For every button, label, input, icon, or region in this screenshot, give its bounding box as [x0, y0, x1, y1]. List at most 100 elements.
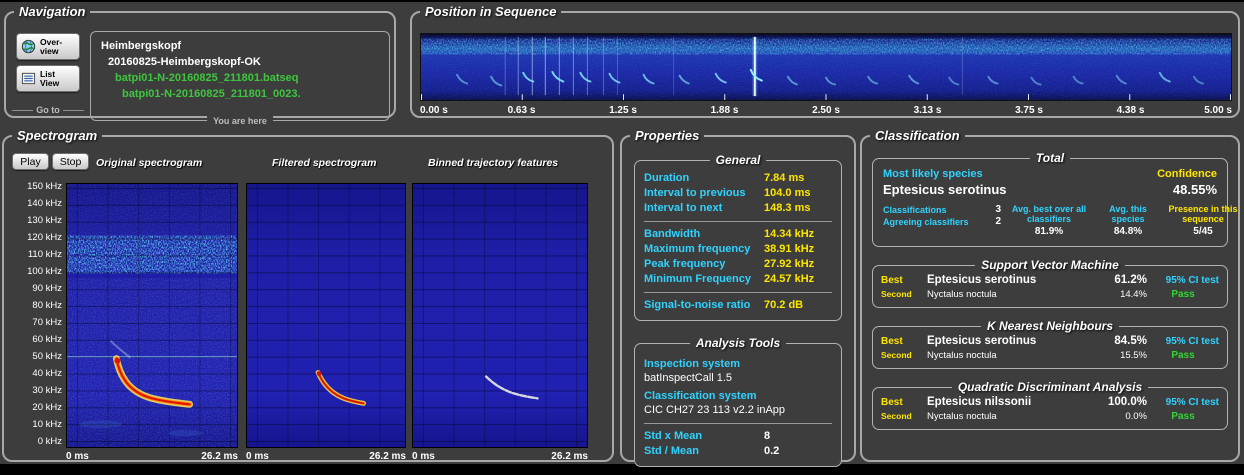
best-label: Best: [881, 336, 903, 347]
time-tick-label: 1.88 s: [710, 105, 739, 116]
binned-trajectory-label: Binned trajectory features: [428, 157, 559, 169]
time-tick-label: 3.13 s: [913, 105, 942, 116]
time-start-label: 0 ms: [246, 451, 269, 462]
properties-panel: Properties General Duration 7.84 ms Inter…: [620, 128, 856, 467]
best-species: Eptesicus serotinus: [927, 335, 1037, 347]
avg-species-value: 84.8%: [1113, 226, 1143, 237]
freq-tick-label: 100 kHz: [27, 266, 62, 277]
best-percentage: 100.0%: [1107, 396, 1147, 408]
original-spectrogram-plot: [66, 183, 238, 448]
path-call[interactable]: batpi01-N-20160825_211801_0023.: [101, 86, 379, 102]
time-end-label: 26.2 ms: [551, 451, 588, 462]
list-view-button-label: List View: [40, 68, 60, 88]
knn-group: K Nearest Neighbours Best Eptesicus sero…: [872, 319, 1228, 369]
property-value: 0.2: [764, 445, 780, 457]
property-value: 38.91 kHz: [764, 243, 815, 255]
time-tick-label: 0.00 s: [420, 105, 448, 116]
qda-title: Quadratic Discriminant Analysis: [957, 380, 1143, 394]
freq-tick-label: 30 kHz: [32, 385, 62, 396]
property-label: Duration: [644, 172, 690, 184]
globe-icon: [21, 39, 36, 54]
sequence-time-axis: 0.00 s 0.63 s 1.25 s 1.88 s 2.50 s 3.13 …: [420, 105, 1232, 119]
total-title: Total: [1035, 151, 1065, 165]
best-percentage: 61.2%: [1114, 274, 1147, 286]
classifier-counts: Classifications 3 Agreeing classifiers 2: [883, 204, 1001, 238]
avg-species-stat: Avg. this species 84.8%: [1097, 204, 1159, 238]
most-likely-species-value: Eptesicus serotinus: [883, 182, 1007, 197]
divider: [644, 292, 832, 293]
svm-title: Support Vector Machine: [981, 258, 1119, 272]
inspection-system-label: Inspection system: [644, 358, 740, 370]
freq-tick-label: 90 kHz: [32, 283, 62, 294]
path-site[interactable]: Heimbergskopf: [101, 38, 379, 54]
path-session[interactable]: 20160825-Heimbergskopf-OK: [101, 54, 379, 70]
property-value: 8: [764, 430, 771, 442]
property-label: Signal-to-noise ratio: [644, 299, 751, 311]
second-species: Nyctalus noctula: [927, 289, 997, 300]
time-tick-label: 4.38 s: [1116, 105, 1145, 116]
original-time-axis: 0 ms 26.2 ms: [66, 451, 238, 462]
filtered-spectrogram-plot: [246, 183, 406, 448]
most-likely-species-label: Most likely species: [883, 168, 983, 180]
knn-title: K Nearest Neighbours: [986, 319, 1114, 333]
property-value: 104.0 ms: [764, 187, 811, 199]
app-window: Navigation Over- view List View Go to He…: [0, 2, 1244, 467]
properties-title: Properties: [635, 128, 700, 143]
ci-test-result: Pass: [1171, 350, 1195, 361]
freq-tick-label: 150 kHz: [27, 181, 62, 192]
avg-best-value: 81.9%: [1034, 226, 1064, 237]
list-view-button[interactable]: List View: [16, 65, 80, 92]
freq-tick-label: 50 kHz: [32, 351, 62, 362]
classification-system-value: CIC CH27 23 113 v2.2 inApp: [644, 404, 786, 416]
time-tick-label: 0.63 s: [507, 105, 536, 116]
time-start-label: 0 ms: [412, 451, 435, 462]
ci-test-result: Pass: [1171, 289, 1195, 300]
ci-test-label: 95% CI test: [1165, 275, 1219, 286]
sequence-spectrogram[interactable]: [420, 33, 1232, 101]
freq-tick-label: 110 kHz: [27, 249, 62, 260]
property-label: Interval to next: [644, 202, 723, 214]
binned-time-axis: 0 ms 26.2 ms: [412, 451, 588, 462]
property-label: Std / Mean: [644, 445, 700, 457]
spectrogram-panel: Spectrogram Play Stop Original spectrogr…: [2, 128, 614, 462]
second-species: Nyctalus noctula: [927, 411, 997, 422]
agreeing-classifiers-value: 2: [995, 216, 1001, 227]
avg-best-label: Avg. best over all classifiers: [1011, 204, 1087, 224]
classification-system-label: Classification system: [644, 390, 757, 402]
time-tick-label: 1.25 s: [609, 105, 637, 116]
inspection-system-value: batInspectCall 1.5: [644, 372, 733, 384]
classification-panel: Classification Total Most likely species…: [860, 128, 1240, 462]
avg-species-label: Avg. this species: [1109, 204, 1147, 224]
avg-best-stat: Avg. best over all classifiers 81.9%: [1005, 204, 1093, 238]
second-percentage: 0.0%: [1125, 411, 1147, 422]
time-tick-label: 3.75 s: [1015, 105, 1043, 116]
freq-tick-label: 20 kHz: [32, 402, 62, 413]
property-label: Peak frequency: [644, 258, 726, 270]
freq-tick-label: 40 kHz: [32, 368, 62, 379]
divider: [62, 109, 84, 111]
freq-tick-label: 60 kHz: [32, 334, 62, 345]
property-value: 27.92 kHz: [764, 258, 815, 270]
classification-title: Classification: [875, 128, 960, 143]
play-button[interactable]: Play: [12, 153, 49, 170]
stop-button[interactable]: Stop: [52, 153, 89, 170]
divider: [644, 221, 832, 222]
overview-button[interactable]: Over- view: [16, 33, 80, 60]
second-species: Nyctalus noctula: [927, 350, 997, 361]
you-are-here-label: You are here: [207, 116, 273, 126]
navigation-title: Navigation: [19, 4, 86, 19]
ci-test-label: 95% CI test: [1165, 397, 1219, 408]
best-species: Eptesicus nilssonii: [927, 396, 1032, 408]
path-sequence[interactable]: batpi01-N-20160825_211801.batseq: [101, 70, 379, 86]
classifications-label: Classifications: [883, 205, 947, 215]
total-group: Total Most likely species Confidence Ept…: [872, 151, 1238, 247]
property-value: 70.2 dB: [764, 299, 804, 311]
classifications-value: 3: [995, 204, 1001, 215]
general-title: General: [715, 153, 761, 167]
svm-group: Support Vector Machine Best Eptesicus se…: [872, 258, 1228, 308]
property-value: 24.57 kHz: [764, 273, 815, 285]
property-value: 14.34 kHz: [764, 228, 815, 240]
second-percentage: 15.5%: [1120, 350, 1147, 361]
confidence-value: 48.55%: [1172, 182, 1217, 197]
divider: [644, 423, 832, 424]
